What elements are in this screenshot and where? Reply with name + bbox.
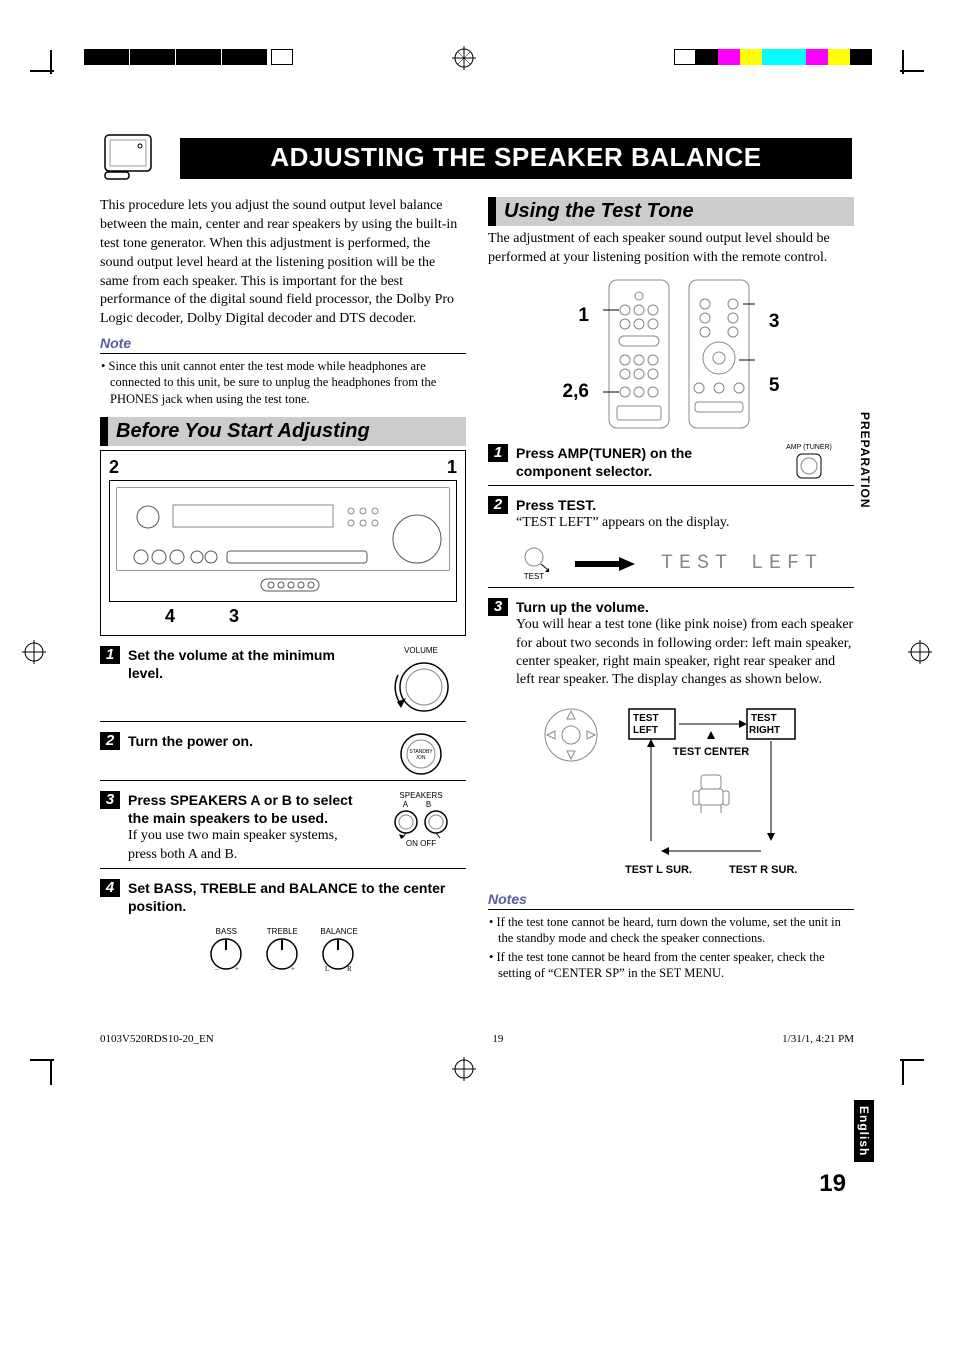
left-step-4: 4 Set BASS, TREBLE and BALANCE to the ce… — [100, 879, 466, 972]
speakers-onoff: ON OFF — [376, 839, 466, 848]
note-heading: Note — [100, 335, 466, 354]
callout-4: 4 — [165, 606, 175, 627]
registration-marks-top — [0, 0, 954, 78]
balance-knob-icon: LR — [320, 936, 356, 972]
register-right-icon — [908, 640, 932, 664]
callout-1: 1 — [447, 457, 457, 478]
treble-label: TREBLE — [264, 927, 300, 936]
note-1: • If the test tone cannot be heard, turn… — [488, 914, 854, 947]
center-register-bottom-icon — [452, 1057, 476, 1081]
svg-text:/ON: /ON — [417, 755, 426, 761]
step-desc: “TEST LEFT” appears on the display. — [516, 514, 854, 532]
step-number: 1 — [488, 444, 508, 462]
speaker-faceplate-icon — [104, 134, 164, 180]
standby-button-icon: STANDBY /ON — [399, 732, 443, 776]
remote-callout-3: 3 — [769, 311, 780, 333]
page: ADJUSTING THE SPEAKER BALANCE This proce… — [0, 0, 954, 1097]
step-number: 3 — [100, 791, 120, 809]
svg-text:L: L — [325, 965, 329, 972]
step-desc: If you use two main speaker systems, pre… — [128, 827, 368, 863]
svg-text:–: – — [270, 965, 275, 972]
left-step-1: 1 Set the volume at the minimum level. V… — [100, 646, 466, 717]
amp-label: AMP (TUNER) — [764, 444, 854, 451]
svg-text:LEFT: LEFT — [633, 725, 658, 736]
test-sequence-diagram: TEST CENTER — [621, 705, 801, 885]
right-column: Using the Test Tone The adjustment of ea… — [488, 197, 854, 983]
note-text: • Since this unit cannot enter the test … — [100, 358, 466, 407]
svg-text:TEST L SUR.: TEST L SUR. — [625, 864, 692, 876]
svg-text:TEST: TEST — [633, 713, 659, 724]
section-using-test-tone: Using the Test Tone — [488, 197, 854, 226]
step-number: 2 — [100, 732, 120, 750]
step-title: Press TEST. — [516, 496, 854, 514]
step-title: Set the volume at the minimum level. — [128, 646, 368, 682]
front-panel-diagram: 2 1 — [100, 450, 466, 636]
sidebar-section-tab: PREPARATION — [856, 410, 874, 511]
volume-label: VOLUME — [376, 646, 466, 655]
step-title: Press AMP(TUNER) on the component select… — [516, 444, 756, 480]
amp-button-icon — [794, 451, 824, 481]
remote-callout-5: 5 — [769, 375, 780, 397]
remote-callout-26: 2,6 — [563, 381, 589, 403]
footer: 0103V520RDS10-20_EN 19 1/31/1, 4:21 PM — [0, 1033, 954, 1045]
speakers-buttons-icon — [386, 809, 456, 839]
center-register-icon — [452, 46, 476, 70]
left-step-2: 2 Turn the power on. STANDBY /ON — [100, 732, 466, 776]
note-2: • If the test tone cannot be heard from … — [488, 949, 854, 982]
left-step-3: 3 Press SPEAKERS A or B to select the ma… — [100, 791, 466, 864]
footer-date: 1/31/1, 4:21 PM — [782, 1033, 854, 1045]
left-column: This procedure lets you adjust the sound… — [100, 197, 466, 983]
test-label: TEST — [519, 572, 549, 581]
intro-paragraph: This procedure lets you adjust the sound… — [100, 197, 466, 329]
step-number: 1 — [100, 646, 120, 664]
speakers-label: SPEAKERS — [376, 791, 466, 800]
step-title: Press SPEAKERS A or B to select the main… — [128, 791, 368, 827]
receiver-illustration — [109, 480, 457, 602]
right-step-2: 2 Press TEST. “TEST LEFT” appears on the… — [488, 496, 854, 581]
step-desc: You will hear a test tone (like pink noi… — [516, 616, 854, 689]
test-button-icon — [519, 546, 549, 572]
right-step-3: 3 Turn up the volume. You will hear a te… — [488, 598, 854, 885]
section-before-adjusting: Before You Start Adjusting — [100, 417, 466, 446]
svg-text:+: + — [291, 965, 295, 972]
bass-knob-icon: –+ — [208, 936, 244, 972]
svg-text:RIGHT: RIGHT — [749, 725, 780, 736]
footer-page: 19 — [492, 1033, 503, 1045]
content-area: ADJUSTING THE SPEAKER BALANCE This proce… — [0, 78, 954, 1003]
dpad-icon — [541, 705, 601, 765]
step-title: Turn up the volume. — [516, 598, 854, 616]
remote-control-icon — [599, 274, 759, 434]
display-text: TEST LEFT — [661, 552, 823, 575]
treble-knob-icon: –+ — [264, 936, 300, 972]
balance-label: BALANCE — [320, 927, 357, 936]
svg-text:TEST CENTER: TEST CENTER — [673, 746, 749, 758]
register-left-icon — [22, 640, 46, 664]
remote-callout-1: 1 — [578, 305, 589, 327]
svg-text:R: R — [347, 965, 352, 972]
arrow-right-icon — [575, 557, 635, 571]
step-title: Set BASS, TREBLE and BALANCE to the cent… — [128, 879, 466, 915]
svg-text:TEST R SUR.: TEST R SUR. — [729, 864, 797, 876]
callout-3: 3 — [229, 606, 239, 627]
page-title: ADJUSTING THE SPEAKER BALANCE — [180, 138, 852, 179]
step-number: 3 — [488, 598, 508, 616]
step-number: 4 — [100, 879, 120, 897]
volume-knob-icon — [386, 655, 456, 717]
remote-diagram: 1 2,6 — [488, 274, 854, 434]
callout-2: 2 — [109, 457, 119, 478]
footer-file: 0103V520RDS10-20_EN — [100, 1033, 214, 1045]
step-title: Turn the power on. — [128, 732, 368, 750]
right-intro: The adjustment of each speaker sound out… — [488, 230, 854, 268]
step-number: 2 — [488, 496, 508, 514]
notes-heading: Notes — [488, 891, 854, 910]
right-step-1: 1 Press AMP(TUNER) on the component sele… — [488, 444, 854, 481]
svg-text:–: – — [214, 965, 219, 972]
svg-text:TEST: TEST — [751, 713, 777, 724]
speakers-ab: A B — [376, 800, 466, 809]
sidebar-language-tab: English — [854, 1100, 874, 1162]
page-number: 19 — [819, 1170, 846, 1198]
svg-text:+: + — [235, 965, 239, 972]
bass-label: BASS — [208, 927, 244, 936]
